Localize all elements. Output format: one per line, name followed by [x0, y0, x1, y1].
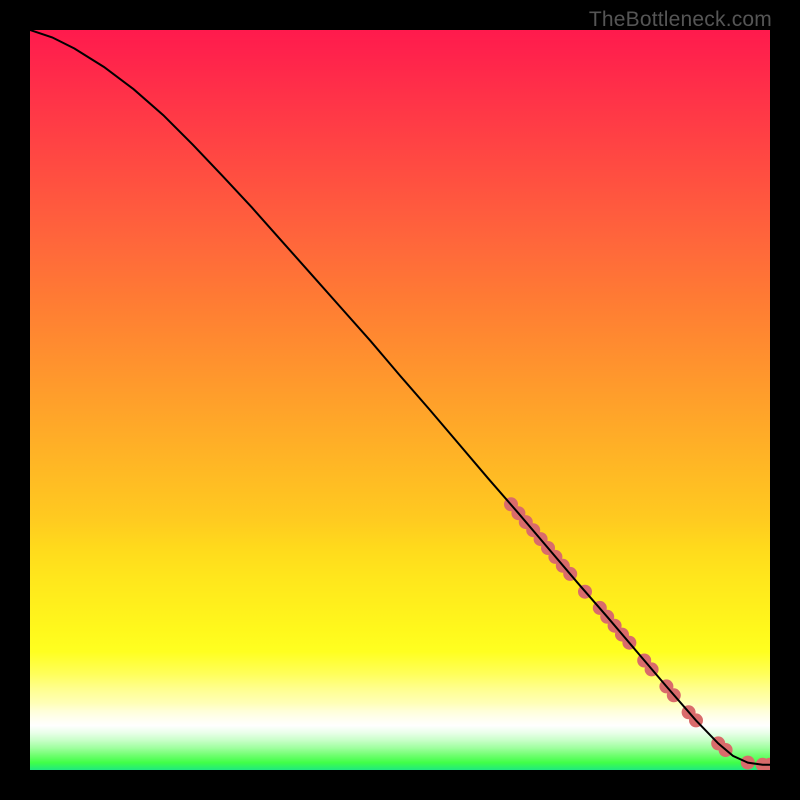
- watermark-text: TheBottleneck.com: [589, 8, 772, 32]
- highlight-markers: [504, 497, 770, 770]
- plot-svg: [30, 30, 770, 770]
- chart-frame: TheBottleneck.com: [0, 0, 800, 800]
- plot-area: [30, 30, 770, 770]
- curve-line: [30, 30, 770, 765]
